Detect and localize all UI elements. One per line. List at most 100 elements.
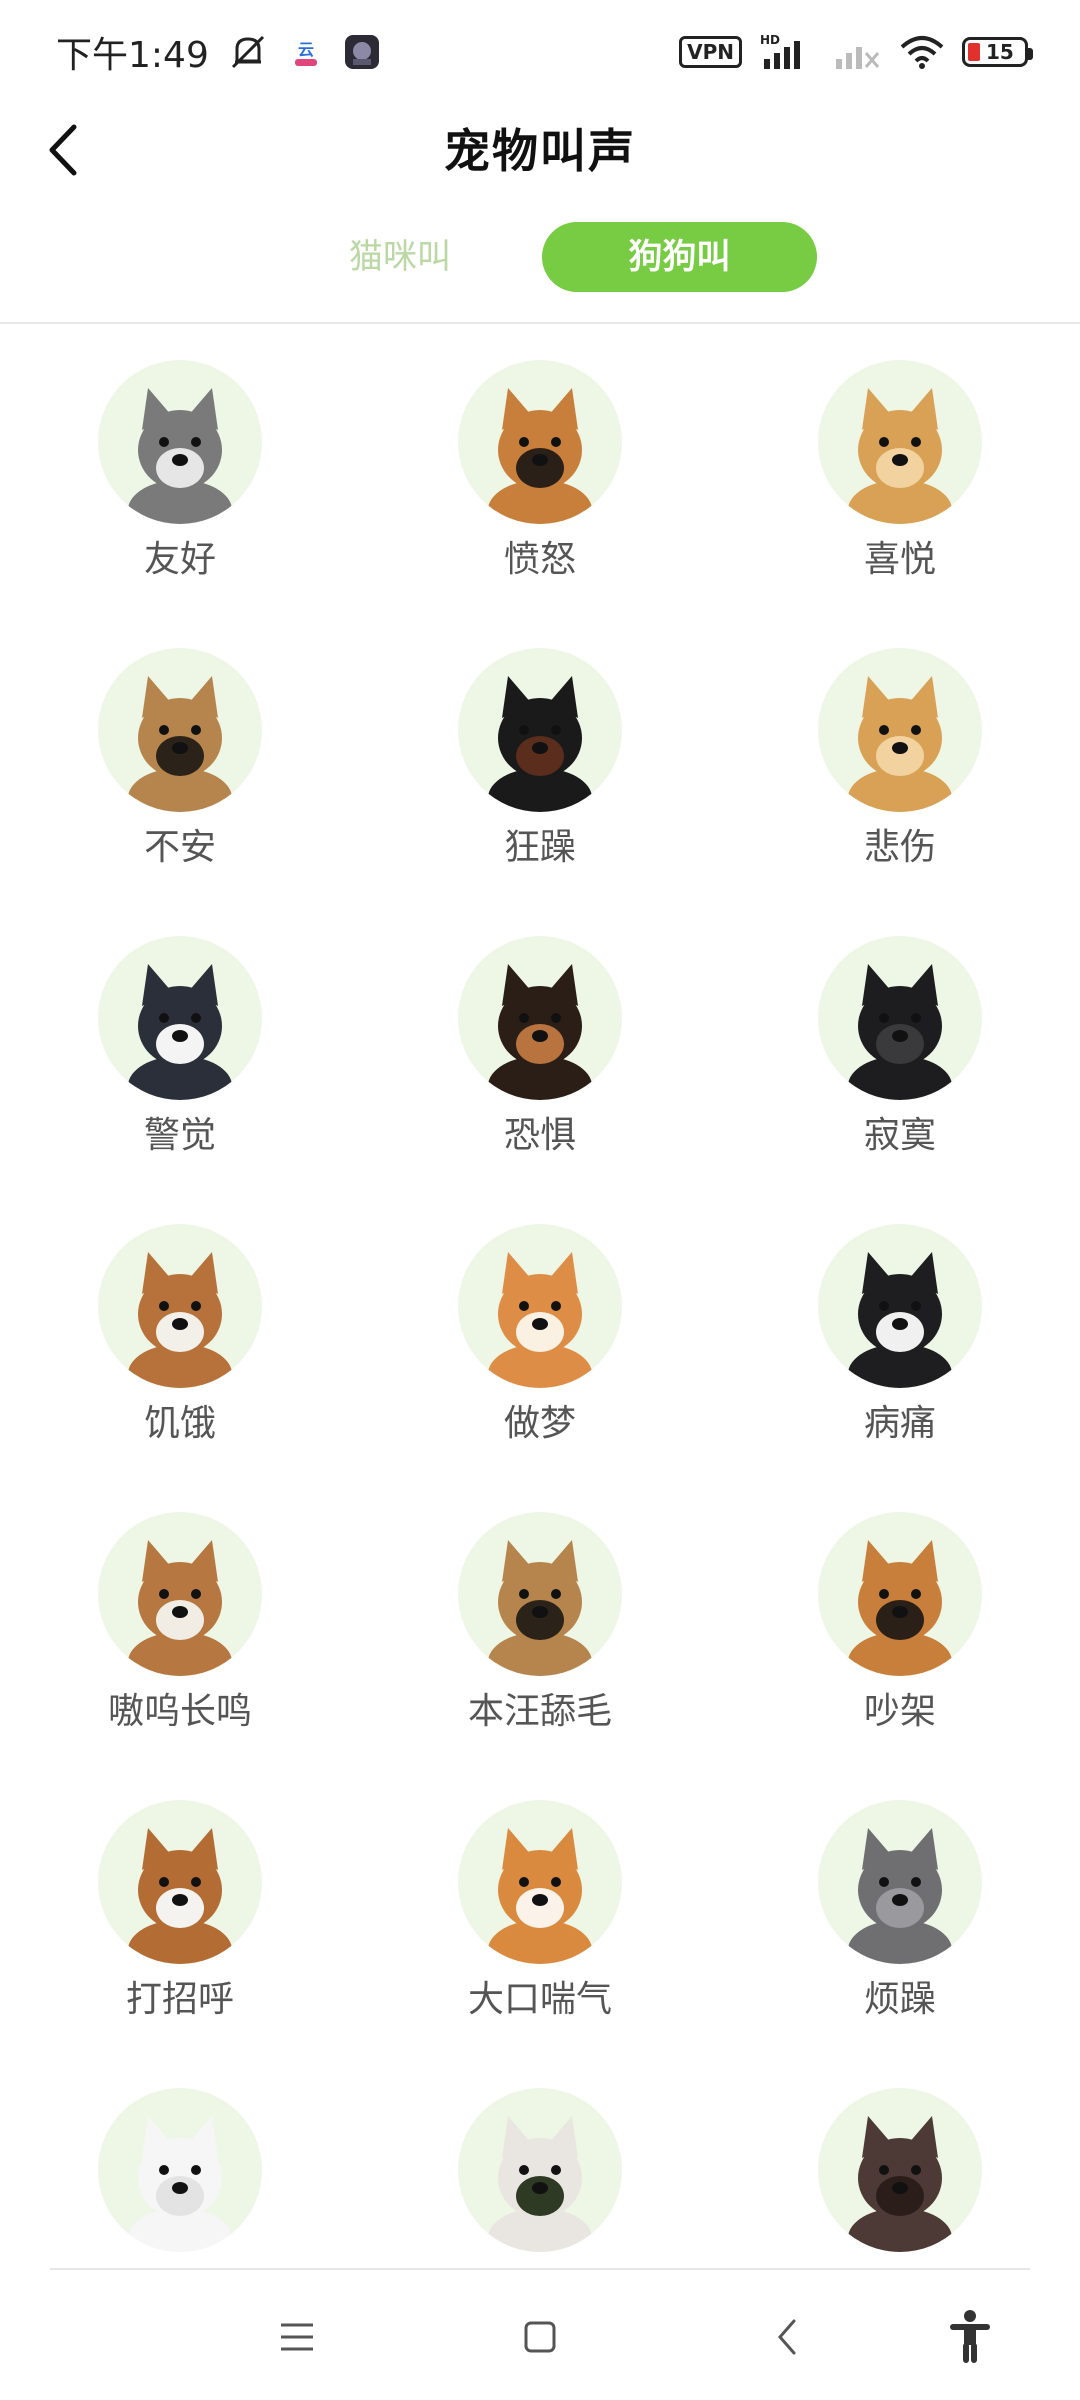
sound-label: 大口喘气 (467, 1979, 612, 2020)
status-bar: 下午1:49 云 VPN HD 15 (0, 0, 1080, 104)
home-button[interactable] (505, 2302, 575, 2372)
tab-divider (0, 322, 1080, 324)
dog-illustration (848, 676, 952, 812)
status-left: 下午1:49 云 (56, 26, 381, 78)
dog-illustration (128, 1828, 232, 1964)
dog-avatar (818, 1800, 982, 1964)
dog-avatar (98, 2088, 262, 2252)
dog-illustration (848, 1828, 952, 1964)
system-nav-bar (0, 2272, 1080, 2400)
sound-item[interactable]: 嗷呜长鸣 (0, 1512, 360, 1772)
sound-item[interactable]: 做梦 (360, 1224, 720, 1484)
sound-item[interactable]: 病痛 (720, 1224, 1080, 1484)
dog-avatar (818, 648, 982, 812)
vpn-badge: VPN (679, 36, 742, 68)
dog-avatar (98, 1800, 262, 1964)
game-app-icon (343, 33, 381, 71)
sound-item[interactable]: 好友 (360, 2088, 720, 2265)
sound-label: 狂躁 (503, 827, 576, 868)
accessibility-button[interactable] (935, 2302, 1005, 2372)
dog-illustration (488, 1540, 592, 1676)
dog-avatar (818, 1224, 982, 1388)
sound-item[interactable]: 不安 (0, 648, 360, 908)
sound-label: 吵架 (863, 1691, 936, 1732)
category-tabs: 猫咪叫 狗狗叫 (0, 222, 1080, 298)
sound-item[interactable]: 喜悦 (720, 360, 1080, 620)
sound-item[interactable]: 撒娇 (720, 2088, 1080, 2265)
sound-grid: 友好 愤怒 喜悦不安 狂躁 悲伤警觉 恐惧 寂寞饥饿 做梦 病痛嗷呜长鸣 本汪舔毛 吵架打招呼 大口喘… (0, 360, 1080, 2265)
sound-item[interactable]: 饥饿 (0, 1224, 360, 1484)
sound-item[interactable]: 大口喘气 (360, 1800, 720, 2060)
dog-avatar (98, 360, 262, 524)
sound-label: 咕噜噜大 (108, 2258, 252, 2265)
grid-bottom-line (50, 2268, 1030, 2270)
sound-label: 本汪舔毛 (467, 1691, 612, 1732)
sound-item[interactable]: 悲伤 (720, 648, 1080, 908)
dog-illustration (848, 964, 952, 1100)
dog-illustration (488, 1252, 592, 1388)
accessibility-icon (950, 2310, 990, 2363)
sound-label: 烦躁 (863, 1979, 936, 2020)
sound-item[interactable]: 打招呼 (0, 1800, 360, 2060)
dog-illustration (848, 388, 952, 524)
nav-back-icon (778, 2319, 796, 2355)
signal-weak-icon (834, 33, 882, 71)
dog-avatar (818, 936, 982, 1100)
dog-avatar (98, 936, 262, 1100)
dog-avatar (458, 1800, 622, 1964)
sound-label: 饥饿 (143, 1403, 216, 1444)
nav-back-button[interactable] (752, 2302, 822, 2372)
dog-avatar (458, 936, 622, 1100)
sound-label: 病痛 (863, 1403, 936, 1444)
sound-item[interactable]: 咕噜噜大 (0, 2088, 360, 2265)
dog-illustration (128, 1540, 232, 1676)
status-right: VPN HD 15 (679, 33, 1033, 71)
hd-label: HD (760, 33, 780, 47)
sound-item[interactable]: 吵架 (720, 1512, 1080, 1772)
sound-item[interactable]: 恐惧 (360, 936, 720, 1196)
dog-illustration (128, 964, 232, 1100)
sound-label: 嗷呜长鸣 (107, 1691, 252, 1732)
back-arrow-icon (49, 124, 77, 176)
dog-illustration (848, 2116, 952, 2252)
battery-percent: 15 (986, 40, 1014, 64)
sound-item[interactable]: 友好 (0, 360, 360, 620)
sound-label: 恐惧 (503, 1115, 576, 1156)
dog-illustration (128, 1252, 232, 1388)
sound-label: 好友 (504, 2258, 576, 2265)
sound-item[interactable]: 警觉 (0, 936, 360, 1196)
mute-icon (227, 31, 269, 73)
sound-label: 做梦 (503, 1403, 576, 1444)
menu-button[interactable] (262, 2302, 332, 2372)
sound-label: 不安 (143, 827, 216, 868)
wifi-icon (900, 33, 944, 71)
sound-item[interactable]: 愤怒 (360, 360, 720, 620)
dog-avatar (458, 1224, 622, 1388)
dog-avatar (818, 2088, 982, 2252)
page-title: 宠物叫声 (444, 124, 636, 178)
dog-illustration (848, 1252, 952, 1388)
sound-label: 喜悦 (863, 539, 936, 580)
sound-label: 友好 (143, 539, 216, 580)
sound-item[interactable]: 烦躁 (720, 1800, 1080, 2060)
tab-cat-sounds[interactable]: 猫咪叫 (300, 222, 500, 292)
sound-label: 愤怒 (503, 539, 576, 580)
dog-avatar (98, 1512, 262, 1676)
dog-avatar (458, 648, 622, 812)
dog-illustration (128, 676, 232, 812)
dog-illustration (488, 964, 592, 1100)
battery-icon: 15 (962, 37, 1033, 67)
sound-item[interactable]: 本汪舔毛 (360, 1512, 720, 1772)
sound-item[interactable]: 狂躁 (360, 648, 720, 908)
sound-label: 撒娇 (864, 2258, 936, 2265)
sound-item[interactable]: 寂寞 (720, 936, 1080, 1196)
back-button[interactable] (34, 120, 94, 180)
dog-illustration (488, 388, 592, 524)
dog-avatar (458, 1512, 622, 1676)
sound-label: 警觉 (143, 1115, 216, 1156)
dog-avatar (818, 1512, 982, 1676)
dog-avatar (458, 360, 622, 524)
tab-dog-sounds[interactable]: 狗狗叫 (542, 222, 817, 292)
dog-illustration (488, 2116, 592, 2252)
dog-avatar (458, 2088, 622, 2252)
